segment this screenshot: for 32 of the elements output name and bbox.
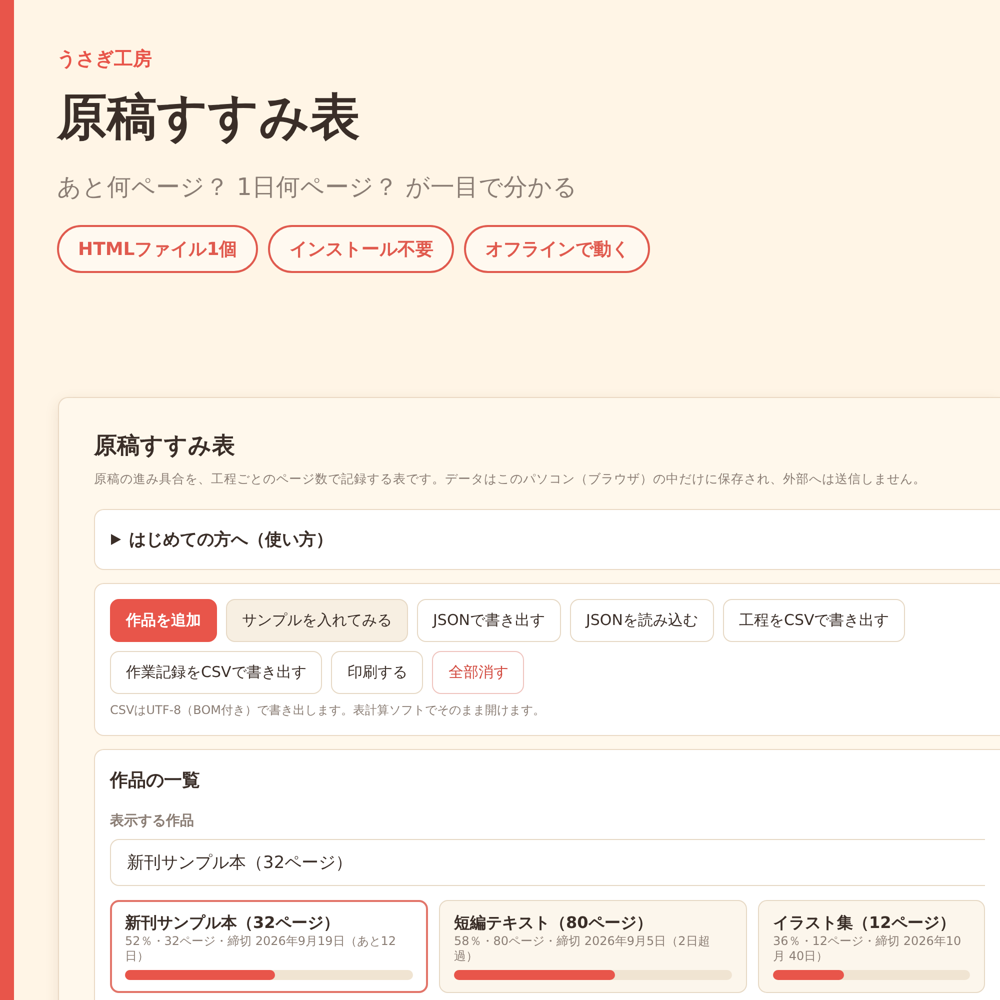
work-detail: 36％・12ページ・締切 2026年10月 40日） (773, 934, 962, 964)
work-detail: 52％・32ページ・締切 2026年9月19日（あと12日） (125, 934, 398, 964)
panel-description: 原稿の進み具合を、工程ごとのページ数で記録する表です。データはこのパソコン（ブラウザ）の中だけに保存され、外部へは送信しません。 (94, 471, 927, 488)
csv-note: CSVはUTF-8（BOM付き）で書き出します。表計算ソフトでそのまま開けます。 (110, 702, 546, 719)
toolbar-button[interactable]: 工程をCSVで書き出す (722, 599, 906, 642)
disclosure-triangle-icon (111, 534, 121, 545)
feature-badge: HTMLファイル1個 (57, 225, 258, 273)
toolbar-button[interactable]: サンプルを入れてみる (226, 599, 408, 642)
toolbar-button[interactable]: 作業記録をCSVで書き出す (110, 651, 322, 694)
section-title: 作品の一覧 (110, 769, 201, 792)
page-title: 原稿すすみ表 (57, 87, 361, 148)
feature-badge: オフラインで動く (464, 225, 650, 273)
page-subtitle: あと何ページ？ 1日何ページ？ が一目で分かる (57, 172, 579, 203)
work-card[interactable]: 短編テキスト（80ページ） 58％・80ページ・締切 2026年9月5日（2日超過） (439, 900, 747, 993)
toolbar-button[interactable]: JSONで書き出す (417, 599, 561, 642)
work-card[interactable]: イラスト集（12ページ） 36％・12ページ・締切 2026年10月 40日） (758, 900, 985, 993)
brand-name: うさぎ工房 (57, 47, 153, 72)
toolbar-button[interactable]: JSONを読み込む (570, 599, 714, 642)
toolbar-button[interactable]: 作品を追加 (110, 599, 217, 642)
guide-disclosure[interactable]: はじめての方へ（使い方） (94, 509, 1000, 570)
toolbar-button[interactable]: 印刷する (331, 651, 424, 694)
work-card[interactable]: 新刊サンプル本（32ページ） 52％・32ページ・締切 2026年9月19日（あと12日） (110, 900, 428, 993)
toolbar-button[interactable]: 全部消す (432, 651, 524, 694)
work-name: イラスト集（12ページ） (773, 913, 956, 934)
panel-title: 原稿すすみ表 (94, 432, 236, 461)
work-select[interactable]: 新刊サンプル本（32ページ） (110, 839, 985, 886)
work-name: 新刊サンプル本（32ページ） (125, 913, 340, 934)
guide-label: はじめての方へ（使い方） (129, 529, 333, 551)
feature-badge: インストール不要 (268, 225, 454, 273)
select-label: 表示する作品 (110, 812, 195, 830)
work-name: 短編テキスト（80ページ） (454, 913, 654, 934)
work-detail: 58％・80ページ・締切 2026年9月5日（2日超過） (454, 934, 711, 964)
